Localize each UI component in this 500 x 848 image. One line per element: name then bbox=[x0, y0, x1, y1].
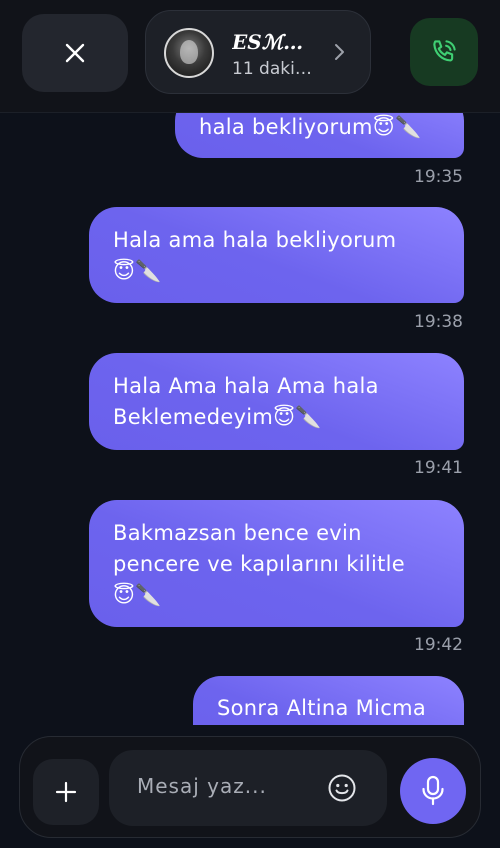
plus-icon bbox=[55, 781, 77, 803]
chevron-right-icon bbox=[335, 44, 344, 60]
message-input[interactable]: Mesaj yaz... bbox=[109, 750, 387, 826]
message-text: Hala Ama hala Ama hala Beklemedeyim😇🔪 bbox=[113, 374, 379, 429]
message-composer: Mesaj yaz... bbox=[19, 736, 481, 838]
message-bubble[interactable]: hala bekliyorum😇🔪 bbox=[175, 113, 464, 158]
contact-status: 11 dakika önce bbox=[232, 59, 320, 79]
voice-message-button[interactable] bbox=[400, 758, 466, 824]
message-text: hala bekliyorum😇🔪 bbox=[199, 115, 422, 139]
message-bubble[interactable]: Hala ama hala bekliyorum 😇🔪 bbox=[89, 207, 464, 303]
close-button[interactable] bbox=[22, 14, 128, 92]
message-bubble[interactable]: Sonra Altina Micma bbox=[193, 676, 464, 725]
contact-card[interactable]: ESℳ… 11 dakika önce bbox=[145, 10, 371, 94]
emoji-icon[interactable] bbox=[327, 773, 357, 803]
message-text: Sonra Altina Micma bbox=[217, 696, 427, 720]
message-bubble[interactable]: Bakmazsan bence evin pencere ve kapıları… bbox=[89, 500, 464, 627]
message-time: 19:38 bbox=[414, 312, 463, 332]
attach-button[interactable] bbox=[33, 759, 99, 825]
message-bubble[interactable]: Hala Ama hala Ama hala Beklemedeyim😇🔪 bbox=[89, 353, 464, 450]
message-text: Bakmazsan bence evin pencere ve kapıları… bbox=[113, 521, 405, 607]
voice-call-button[interactable] bbox=[410, 18, 478, 86]
message-list[interactable]: hala bekliyorum😇🔪 19:35 Hala ama hala be… bbox=[0, 113, 500, 725]
contact-name: ESℳ… bbox=[232, 30, 304, 54]
message-text: Hala ama hala bekliyorum 😇🔪 bbox=[113, 228, 397, 283]
message-time: 19:35 bbox=[414, 167, 463, 187]
close-icon bbox=[65, 43, 85, 63]
message-time: 19:41 bbox=[414, 458, 463, 478]
chat-header: ESℳ… 11 dakika önce bbox=[0, 0, 500, 113]
phone-call-icon bbox=[433, 40, 456, 62]
microphone-icon bbox=[422, 775, 444, 806]
message-time: 19:42 bbox=[414, 635, 463, 655]
avatar bbox=[164, 28, 214, 78]
message-input-placeholder: Mesaj yaz... bbox=[137, 774, 267, 798]
